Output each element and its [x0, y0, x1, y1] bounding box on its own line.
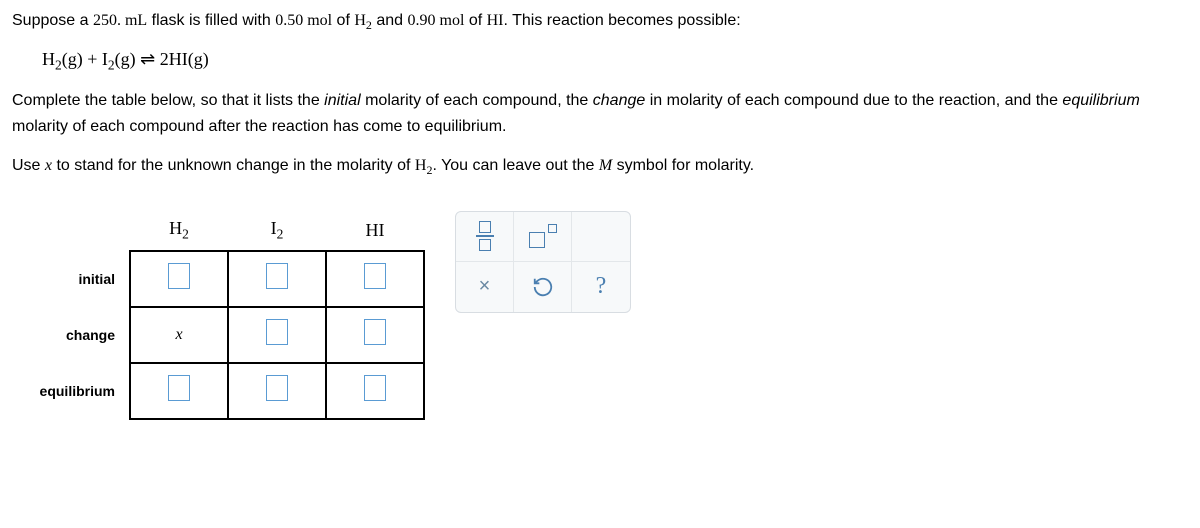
input-box[interactable]: [168, 375, 190, 401]
input-box[interactable]: [364, 263, 386, 289]
cell-eq-i2[interactable]: [228, 363, 326, 419]
header-blank: [20, 211, 130, 251]
fraction-button[interactable]: [456, 212, 514, 262]
reaction-equation: H2(g) + I2(g) ⇌ 2HI(g): [42, 49, 1188, 74]
text: Suppose a: [12, 12, 93, 29]
superscript-icon: [529, 224, 557, 248]
change-h2-value: x: [175, 326, 182, 343]
cell-initial-i2[interactable]: [228, 251, 326, 307]
mol-hi: 0.90 mol: [408, 12, 465, 29]
input-box[interactable]: [364, 375, 386, 401]
reset-icon: [532, 276, 554, 298]
input-box[interactable]: [168, 263, 190, 289]
volume: 250. mL: [93, 12, 147, 29]
cell-eq-hi[interactable]: [326, 363, 424, 419]
toolbar: × ?: [455, 211, 631, 313]
cell-eq-h2[interactable]: [130, 363, 228, 419]
input-box[interactable]: [266, 263, 288, 289]
row-equilibrium: equilibrium: [20, 363, 424, 419]
toolbar-blank-1: [572, 212, 630, 262]
species-h2: H2: [354, 12, 372, 29]
text: of: [332, 12, 354, 29]
text: . This reaction becomes possible:: [504, 12, 741, 29]
cell-change-h2[interactable]: x: [130, 307, 228, 363]
label-initial: initial: [20, 251, 130, 307]
fraction-icon: [476, 221, 494, 251]
header-hi: HI: [326, 211, 424, 251]
cell-change-i2[interactable]: [228, 307, 326, 363]
text: of: [464, 12, 486, 29]
problem-line-1: Suppose a 250. mL flask is filled with 0…: [12, 8, 1188, 35]
text: and: [372, 12, 408, 29]
cell-change-hi[interactable]: [326, 307, 424, 363]
instructions-para-3: Use x to stand for the unknown change in…: [12, 153, 1188, 180]
cell-initial-h2[interactable]: [130, 251, 228, 307]
close-icon: ×: [479, 275, 491, 298]
superscript-button[interactable]: [514, 212, 572, 262]
close-button[interactable]: ×: [456, 262, 514, 312]
label-change: change: [20, 307, 130, 363]
cell-initial-hi[interactable]: [326, 251, 424, 307]
reset-button[interactable]: [514, 262, 572, 312]
row-change: change x: [20, 307, 424, 363]
header-i2: I2: [228, 211, 326, 251]
header-h2: H2: [130, 211, 228, 251]
species-hi: HI: [487, 12, 504, 29]
row-initial: initial: [20, 251, 424, 307]
mol-h2: 0.50 mol: [275, 12, 332, 29]
help-icon: ?: [596, 273, 607, 300]
help-button[interactable]: ?: [572, 262, 630, 312]
label-equilibrium: equilibrium: [20, 363, 130, 419]
input-box[interactable]: [266, 375, 288, 401]
ice-table: H2 I2 HI initial change x equilibrium: [20, 211, 425, 420]
text: flask is filled with: [147, 12, 275, 29]
instructions-para-2: Complete the table below, so that it lis…: [12, 88, 1188, 139]
input-box[interactable]: [266, 319, 288, 345]
input-box[interactable]: [364, 319, 386, 345]
